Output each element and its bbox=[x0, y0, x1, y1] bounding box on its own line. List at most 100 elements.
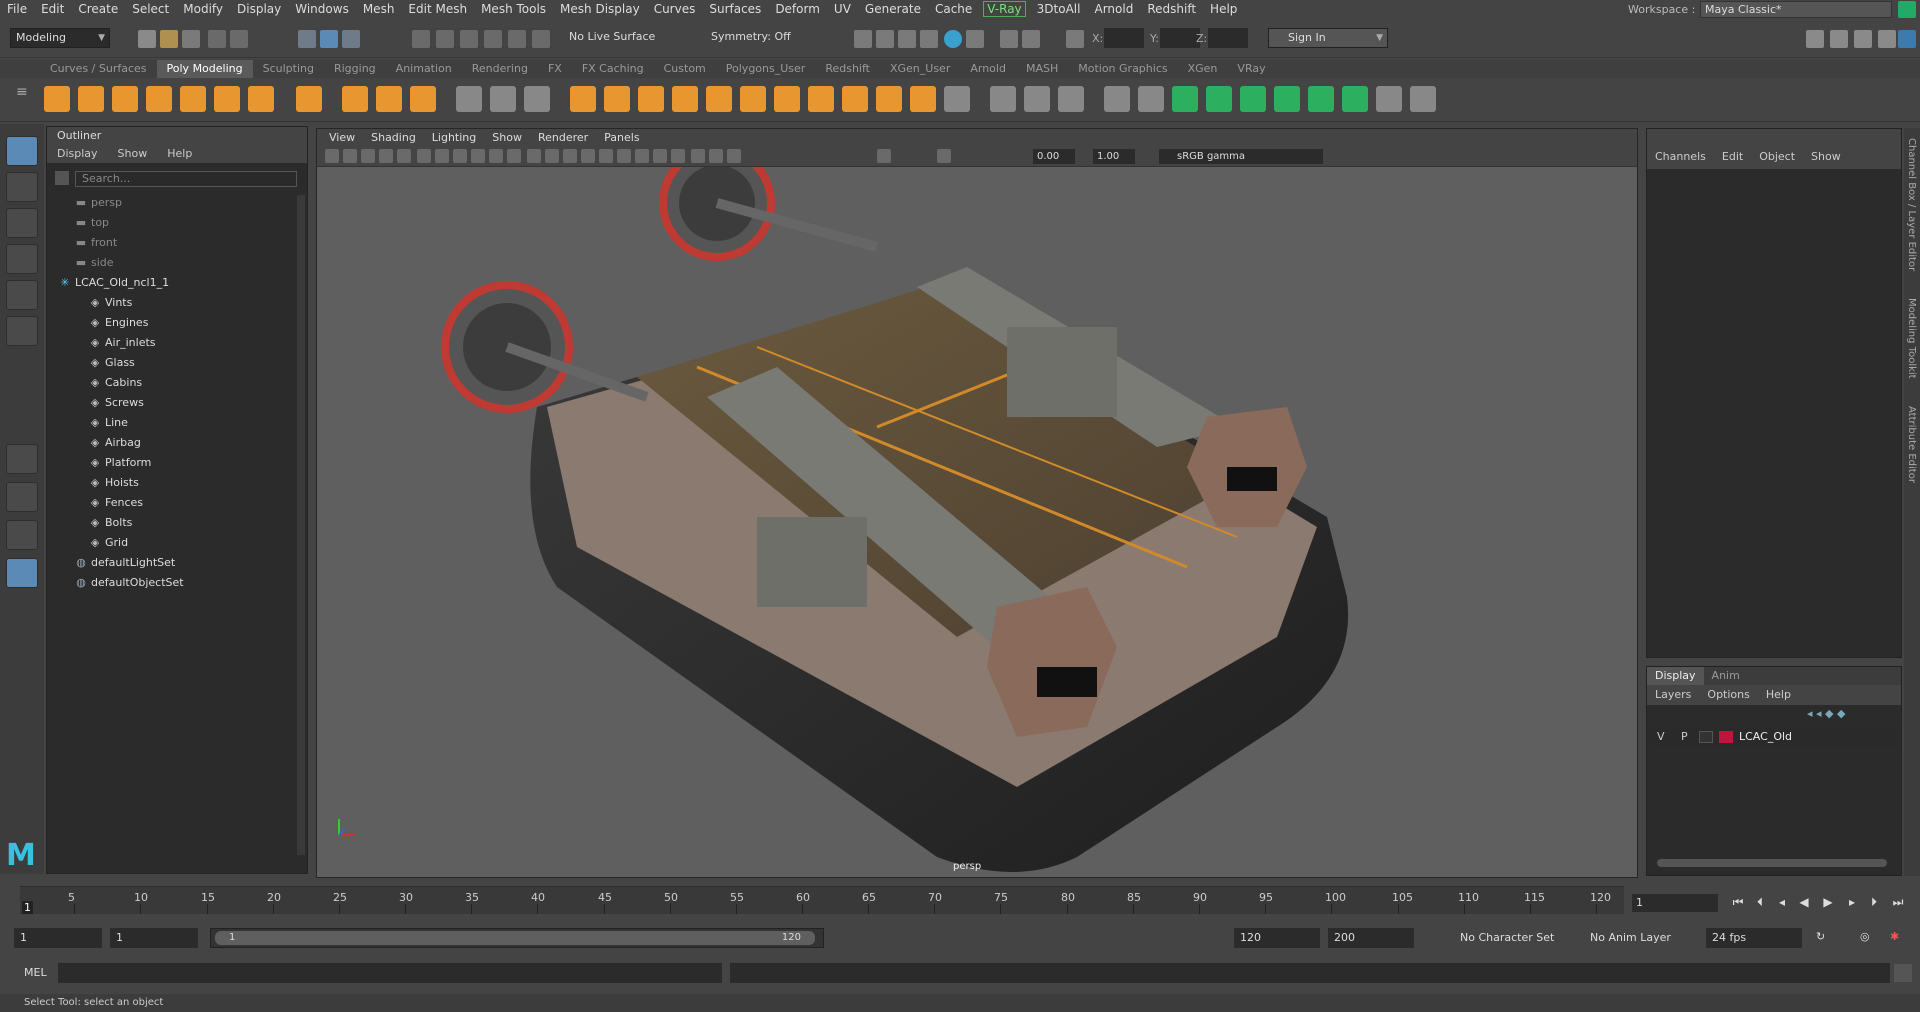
shelf-tab-xgen-user[interactable]: XGen_User bbox=[880, 60, 960, 78]
torus-icon[interactable] bbox=[180, 86, 206, 112]
playback-end-field[interactable]: 120 bbox=[1234, 928, 1320, 948]
play-backward-icon[interactable]: ◀ bbox=[1796, 894, 1812, 910]
outliner-item-camera-side[interactable]: ▬ side bbox=[47, 253, 287, 273]
channel-box-icon[interactable] bbox=[1878, 30, 1896, 48]
symmetry-dropdown[interactable]: Symmetry: Off bbox=[706, 28, 806, 48]
layer-menu-options[interactable]: Options bbox=[1699, 685, 1757, 705]
menu-uv[interactable]: UV bbox=[827, 0, 858, 18]
fill-hole-icon[interactable] bbox=[740, 86, 766, 112]
soften-edge-icon[interactable] bbox=[990, 86, 1016, 112]
single-pane-icon[interactable] bbox=[6, 444, 38, 474]
sphere-icon[interactable] bbox=[44, 86, 70, 112]
loop-icon[interactable]: ↻ bbox=[1816, 930, 1832, 946]
shelf-tab-xgen[interactable]: XGen bbox=[1178, 60, 1228, 78]
insert-loop-icon[interactable] bbox=[808, 86, 834, 112]
wireframe-icon[interactable] bbox=[527, 149, 541, 163]
tab-modeling-toolkit[interactable]: Modeling Toolkit bbox=[1906, 298, 1917, 379]
sculpt-icon[interactable] bbox=[1308, 86, 1334, 112]
shelf-tab-curves-surfaces[interactable]: Curves / Surfaces bbox=[40, 60, 157, 78]
range-slider-handle[interactable]: 1 120 bbox=[215, 931, 815, 945]
cylinder-icon[interactable] bbox=[112, 86, 138, 112]
viewport-menu-view[interactable]: View bbox=[321, 131, 363, 144]
plane-icon[interactable] bbox=[214, 86, 240, 112]
outliner-item-grid[interactable]: ◈ Grid bbox=[47, 533, 287, 553]
new-scene-icon[interactable] bbox=[138, 30, 156, 48]
crossbow-icon[interactable] bbox=[1410, 86, 1436, 112]
snap-together-icon[interactable] bbox=[1240, 86, 1266, 112]
grid-snap-icon[interactable] bbox=[1342, 86, 1368, 112]
scene-start-field[interactable]: 1 bbox=[14, 928, 102, 948]
render-settings-icon[interactable] bbox=[920, 30, 938, 48]
auto-key-icon[interactable]: ◎ bbox=[1860, 930, 1876, 946]
menu-cache[interactable]: Cache bbox=[928, 0, 979, 18]
menu-deform[interactable]: Deform bbox=[768, 0, 827, 18]
reverse-normals-icon[interactable] bbox=[1058, 86, 1084, 112]
shelf-tab-polygons-user[interactable]: Polygons_User bbox=[716, 60, 816, 78]
merge-icon[interactable] bbox=[706, 86, 732, 112]
layer-playback-toggle[interactable]: P bbox=[1681, 727, 1688, 747]
render-region-icon[interactable] bbox=[966, 30, 984, 48]
layer-color-swatch[interactable] bbox=[1719, 731, 1733, 743]
boolean-icon[interactable] bbox=[570, 86, 596, 112]
range-slider[interactable]: 1 120 bbox=[210, 928, 824, 948]
viewport-menu-shading[interactable]: Shading bbox=[363, 131, 424, 144]
viewport-menu-lighting[interactable]: Lighting bbox=[424, 131, 484, 144]
four-pane-icon[interactable] bbox=[6, 482, 38, 512]
menu-help[interactable]: Help bbox=[1203, 0, 1244, 18]
shelf-tab-poly-modeling[interactable]: Poly Modeling bbox=[156, 60, 253, 78]
smooth-shade-icon[interactable] bbox=[545, 149, 559, 163]
type-icon[interactable] bbox=[376, 86, 402, 112]
film-gate-icon[interactable] bbox=[435, 149, 449, 163]
shelf-tab-redshift[interactable]: Redshift bbox=[815, 60, 880, 78]
move-tool-icon[interactable] bbox=[6, 244, 38, 274]
gamma-field[interactable]: 1.00 bbox=[1093, 149, 1135, 164]
attribute-editor-icon[interactable] bbox=[1830, 30, 1848, 48]
transform-mode-icon[interactable] bbox=[1066, 30, 1084, 48]
shelf-tab-rigging[interactable]: Rigging bbox=[324, 60, 386, 78]
fps-dropdown[interactable]: 24 fps bbox=[1706, 928, 1802, 948]
platonic-icon[interactable] bbox=[296, 86, 322, 112]
outliner-scrollbar[interactable] bbox=[297, 195, 305, 855]
viewport-menu-panels[interactable]: Panels bbox=[596, 131, 647, 144]
snap-point-icon[interactable] bbox=[460, 30, 478, 48]
layer-type-toggle[interactable] bbox=[1699, 731, 1713, 743]
menu-surfaces[interactable]: Surfaces bbox=[702, 0, 768, 18]
freeze-transform-icon[interactable] bbox=[1172, 86, 1198, 112]
mel-label[interactable]: MEL bbox=[24, 966, 47, 979]
shelf-tab-rendering[interactable]: Rendering bbox=[462, 60, 538, 78]
character-set-dropdown[interactable]: No Character Set bbox=[1454, 928, 1570, 948]
xray-icon[interactable] bbox=[691, 149, 705, 163]
undo-icon[interactable] bbox=[208, 30, 226, 48]
outliner-item-hoists[interactable]: ◈ Hoists bbox=[47, 473, 287, 493]
menu-select[interactable]: Select bbox=[125, 0, 176, 18]
outliner-item-engines[interactable]: ◈ Engines bbox=[47, 313, 287, 333]
lock-camera-icon[interactable] bbox=[343, 149, 357, 163]
outliner-menu-help[interactable]: Help bbox=[157, 145, 202, 163]
outliner-item-fences[interactable]: ◈ Fences bbox=[47, 493, 287, 513]
layer-scrollbar[interactable] bbox=[1657, 859, 1887, 867]
outliner-menu-display[interactable]: Display bbox=[47, 145, 108, 163]
shelf-tab-vray[interactable]: VRay bbox=[1227, 60, 1275, 78]
resolution-gate-icon[interactable] bbox=[453, 149, 467, 163]
filter-icon[interactable] bbox=[55, 171, 69, 185]
shelf-tab-fx[interactable]: FX bbox=[538, 60, 572, 78]
snap-curve-icon[interactable] bbox=[436, 30, 454, 48]
textured-icon[interactable] bbox=[563, 149, 577, 163]
step-back-key-icon[interactable]: ⏴ bbox=[1752, 894, 1768, 910]
cone-icon[interactable] bbox=[146, 86, 172, 112]
outliner-item-root[interactable]: ✳ LCAC_Old_ncl1_1 bbox=[47, 273, 287, 293]
preferences-icon[interactable]: ✱ bbox=[1890, 930, 1906, 946]
menu-generate[interactable]: Generate bbox=[858, 0, 928, 18]
extrude-icon[interactable] bbox=[604, 86, 630, 112]
outliner-item-camera-top[interactable]: ▬ top bbox=[47, 213, 287, 233]
workspace-dropdown[interactable]: Maya Classic* bbox=[1700, 1, 1892, 18]
modeling-toolkit-icon[interactable] bbox=[1806, 30, 1824, 48]
script-editor-icon[interactable] bbox=[1894, 964, 1912, 982]
outliner-item-defaultobjectset[interactable]: ◍ defaultObjectSet bbox=[47, 573, 287, 593]
outliner-item-camera-persp[interactable]: ▬ persp bbox=[47, 193, 287, 213]
select-tool-icon[interactable] bbox=[6, 136, 38, 166]
outliner-item-air-inlets[interactable]: ◈ Air_inlets bbox=[47, 333, 287, 353]
menu-arnold[interactable]: Arnold bbox=[1087, 0, 1140, 18]
menu-file[interactable]: File bbox=[0, 0, 34, 18]
open-scene-icon[interactable] bbox=[160, 30, 178, 48]
